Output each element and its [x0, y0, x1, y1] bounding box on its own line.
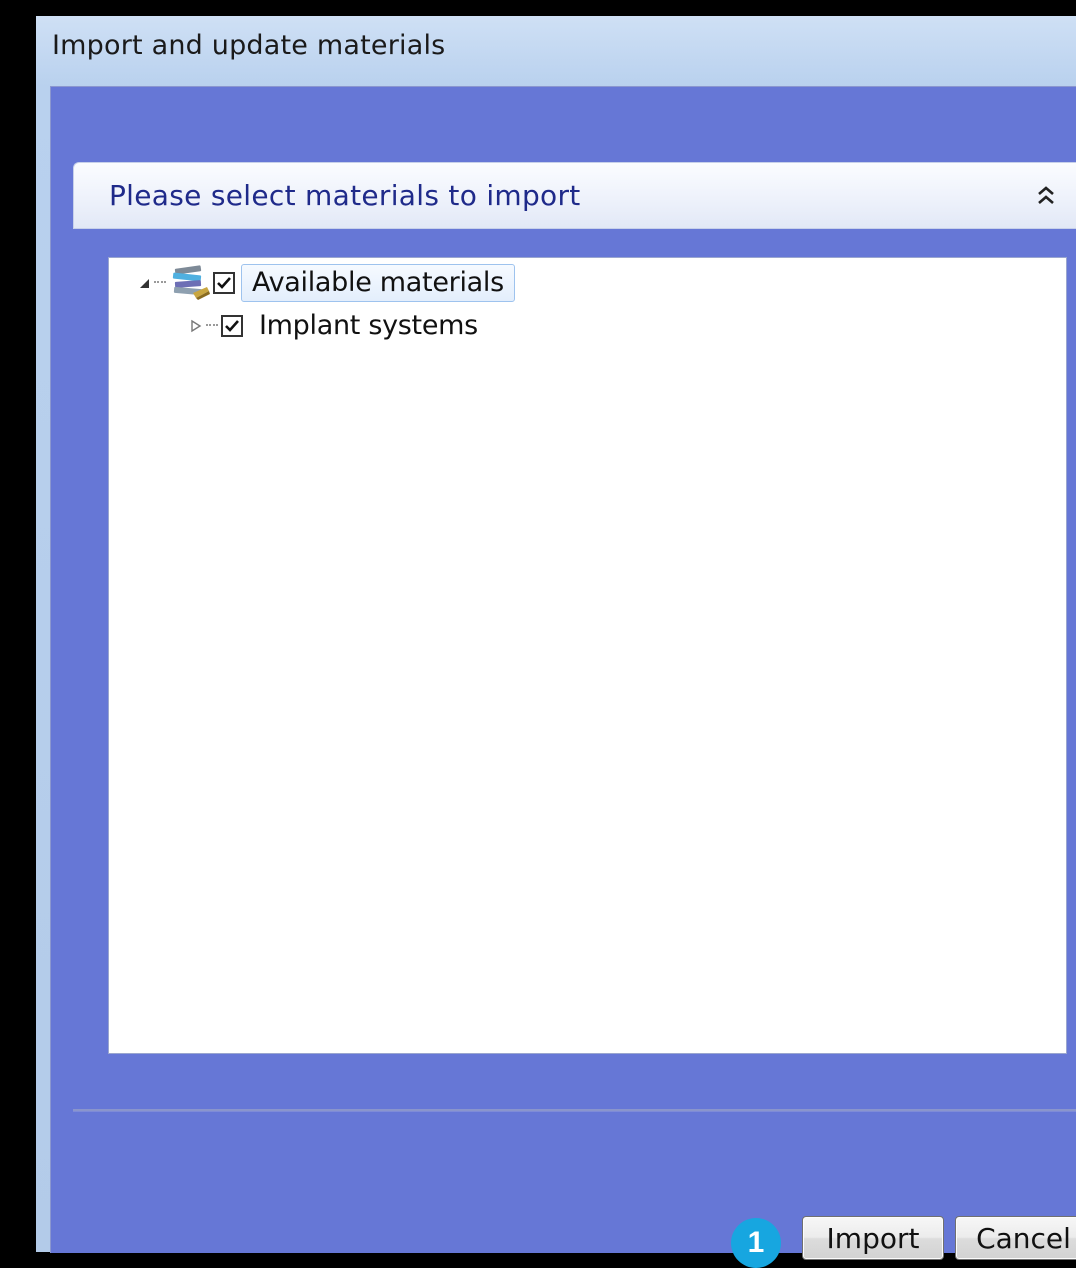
cancel-button[interactable]: Cancel	[955, 1216, 1076, 1260]
checkbox-implant-systems[interactable]	[221, 315, 243, 337]
expanded-triangle-icon[interactable]	[137, 276, 151, 290]
collapsed-triangle-icon[interactable]	[189, 319, 203, 333]
double-chevron-up-icon[interactable]	[1035, 183, 1057, 209]
checkbox-available-materials[interactable]	[213, 272, 235, 294]
import-button[interactable]: Import	[802, 1216, 944, 1260]
dialog-client-area: Please select materials to import Availa…	[50, 86, 1076, 1268]
tree-connector	[206, 324, 218, 328]
tree-node-label[interactable]: Implant systems	[249, 308, 488, 344]
books-icon	[169, 263, 213, 303]
tree-node-available-materials: Available materials	[137, 263, 515, 303]
materials-tree: Available materials Implant systems	[108, 257, 1067, 1054]
annotation-badge: 1	[731, 1218, 781, 1268]
dialog-window: Import and update materials Please selec…	[36, 16, 1076, 1268]
window-title: Import and update materials	[52, 30, 446, 61]
tree-node-label[interactable]: Available materials	[241, 264, 515, 302]
tree-connector	[154, 281, 166, 285]
group-title: Please select materials to import	[109, 179, 581, 212]
group-header[interactable]: Please select materials to import	[73, 162, 1076, 229]
divider	[73, 1109, 1076, 1112]
tree-node-implant-systems: Implant systems	[189, 306, 488, 346]
